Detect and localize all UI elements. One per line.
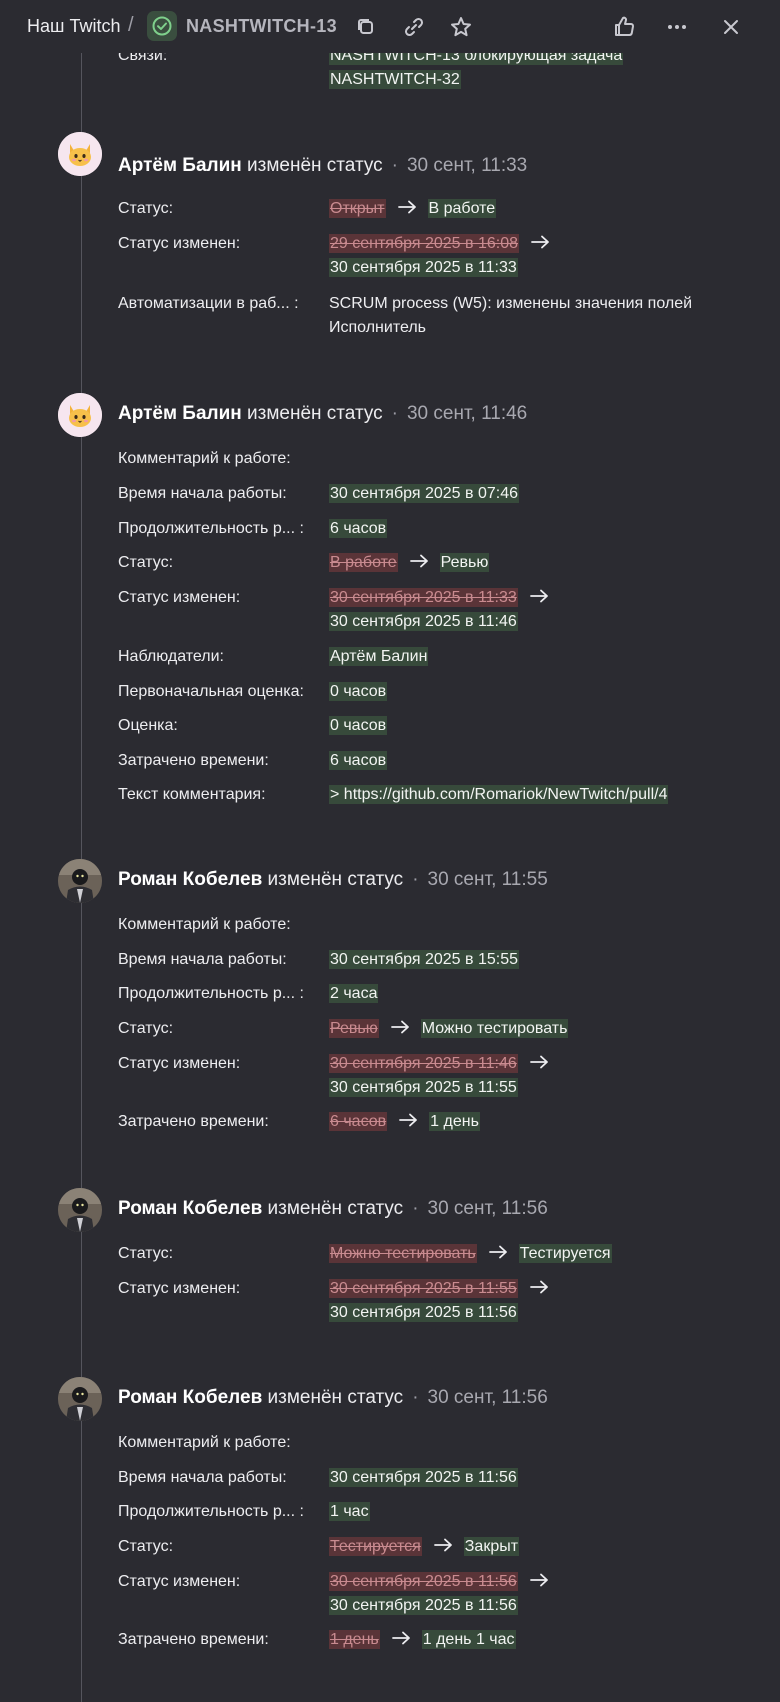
breadcrumb-separator: / xyxy=(128,14,134,36)
event-time[interactable]: 30 сент, 11:46 xyxy=(407,403,527,424)
copy-icon[interactable] xyxy=(353,14,379,40)
close-icon[interactable] xyxy=(718,14,744,40)
avatar[interactable] xyxy=(58,859,102,903)
avatar[interactable] xyxy=(58,132,102,176)
avatar[interactable] xyxy=(58,1377,102,1421)
task-status-icon xyxy=(147,11,177,41)
arrow-right-icon xyxy=(529,589,548,603)
event-header: Артём Балин изменён статус · 30 сент, 11:4… xyxy=(118,403,528,424)
event-time[interactable]: 30 сент, 11:33 xyxy=(407,155,527,176)
arrow-right-icon xyxy=(531,235,549,249)
author-name[interactable]: Роман Кобелев xyxy=(118,1387,262,1408)
avatar[interactable] xyxy=(58,393,102,437)
event-action: изменён статус xyxy=(247,155,383,176)
comment-link[interactable]: > https://github.com/Romariok/NewTwitch/… xyxy=(329,785,669,804)
task-key[interactable]: NASHTWITCH-13 xyxy=(186,16,337,37)
arrow-right-icon xyxy=(529,1573,548,1587)
breadcrumb-queue[interactable]: Наш Twitch xyxy=(27,16,120,37)
star-icon[interactable] xyxy=(448,14,474,40)
event-time[interactable]: 30 сент, 11:56 xyxy=(428,1387,548,1408)
more-icon[interactable] xyxy=(664,14,690,40)
author-name[interactable]: Артём Балин xyxy=(118,155,242,176)
avatar[interactable] xyxy=(58,1188,102,1232)
link-value-2[interactable]: NASHTWITCH-32 xyxy=(329,70,461,89)
event-time[interactable]: 30 сент, 11:56 xyxy=(428,1198,548,1219)
top-bar: Наш Twitch / NASHTWITCH-13 xyxy=(0,0,780,53)
arrow-right-icon xyxy=(529,1280,548,1294)
arrow-right-icon xyxy=(390,1020,409,1034)
arrow-right-icon xyxy=(488,1245,507,1259)
event-header: Роман Кобелев изменён статус · 30 сент, 11… xyxy=(118,1198,548,1219)
author-name[interactable]: Роман Кобелев xyxy=(118,869,262,890)
arrow-right-icon xyxy=(433,1538,452,1552)
arrow-right-icon xyxy=(399,1113,418,1127)
event-header: Роман Кобелев изменён статус · 30 сент, 11… xyxy=(118,869,548,890)
timeline-line xyxy=(81,0,82,1702)
author-name[interactable]: Артём Балин xyxy=(118,403,242,424)
arrow-right-icon xyxy=(397,200,416,214)
arrow-right-icon xyxy=(409,554,428,568)
thumbs-up-icon[interactable] xyxy=(611,14,637,40)
event-time[interactable]: 30 сент, 11:55 xyxy=(428,869,548,890)
arrow-right-icon xyxy=(529,1055,548,1069)
event-header: Артём Балин изменён статус · 30 сент, 11:3… xyxy=(118,155,528,176)
event-header: Роман Кобелев изменён статус · 30 сент, 11… xyxy=(118,1387,548,1408)
link-icon[interactable] xyxy=(401,14,427,40)
author-name[interactable]: Роман Кобелев xyxy=(118,1198,262,1219)
arrow-right-icon xyxy=(391,1631,410,1645)
